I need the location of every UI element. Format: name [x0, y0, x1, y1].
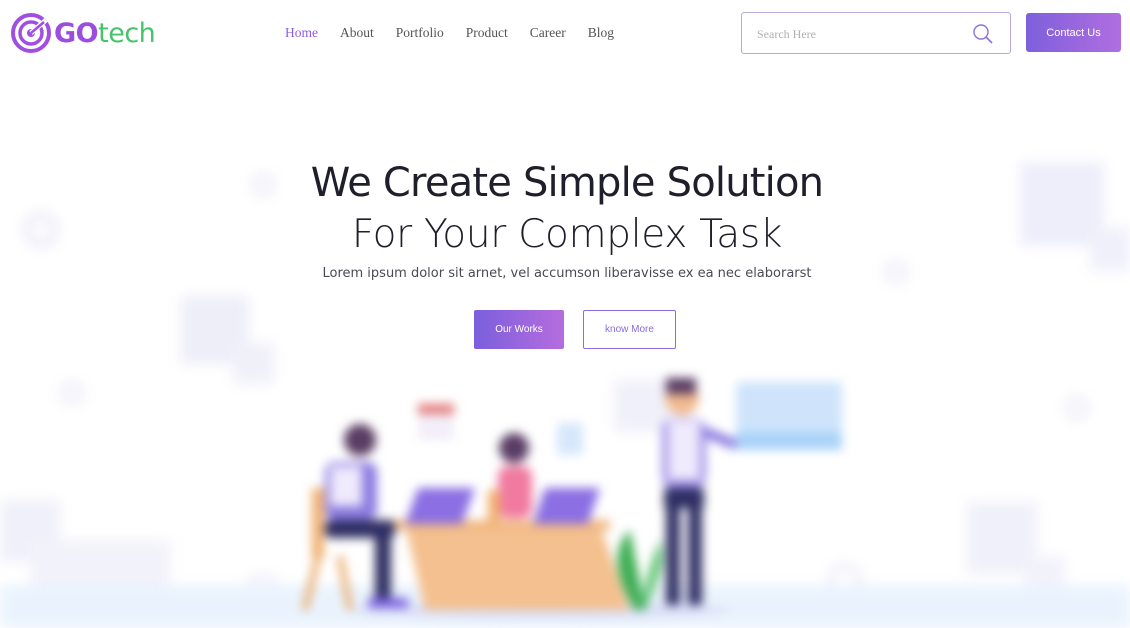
search-icon[interactable]: [972, 23, 994, 45]
brand-name: GOtech: [54, 17, 156, 49]
know-more-button[interactable]: know More: [583, 310, 676, 349]
nav-item-career[interactable]: Career: [530, 25, 566, 41]
nav-item-portfolio[interactable]: Portfolio: [396, 25, 444, 41]
hero-title-line-1: We Create Simple Solution: [310, 160, 824, 206]
nav-item-blog[interactable]: Blog: [588, 25, 614, 41]
hero-illustration: [302, 378, 842, 618]
main-nav: Home About Portfolio Product Career Blog: [285, 25, 636, 41]
contact-us-button[interactable]: Contact Us: [1026, 13, 1121, 52]
brand-suffix: tech: [98, 17, 156, 49]
our-works-button[interactable]: Our Works: [474, 310, 564, 349]
brand-logo[interactable]: GOtech: [10, 12, 156, 54]
hero-subtitle: Lorem ipsum dolor sit arnet, vel accumso…: [322, 266, 812, 281]
target-logo-icon: [11, 13, 51, 53]
nav-item-product[interactable]: Product: [466, 25, 508, 41]
brand-prefix: GO: [54, 17, 99, 49]
nav-item-home[interactable]: Home: [285, 25, 318, 41]
hero-title-line-2: For Your Complex Task: [351, 212, 783, 257]
search-input[interactable]: [757, 24, 957, 44]
nav-item-about[interactable]: About: [340, 25, 374, 41]
site-header: GOtech Home About Portfolio Product Care…: [0, 0, 1130, 68]
search-box: [741, 12, 1011, 54]
